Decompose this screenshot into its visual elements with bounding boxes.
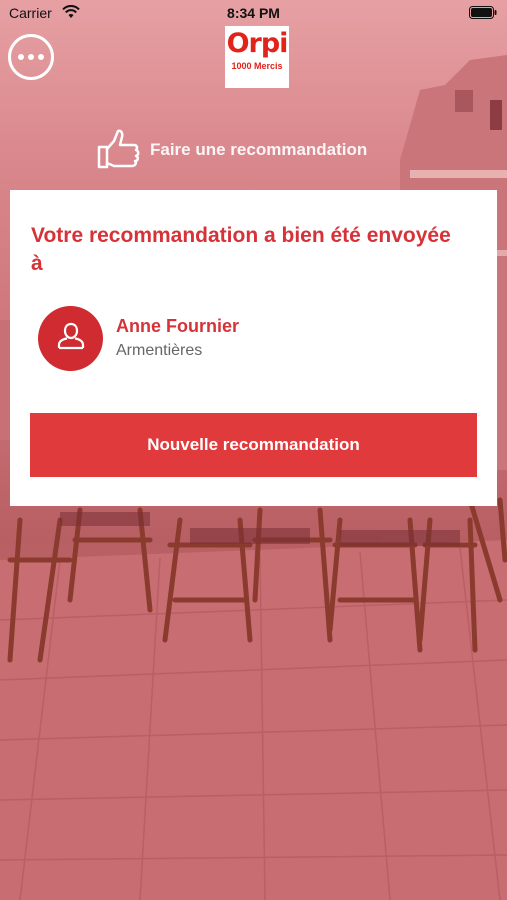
status-bar: Carrier 8:34 PM — [0, 0, 507, 26]
battery-icon — [469, 6, 497, 22]
avatar — [38, 306, 103, 371]
confirmation-title: Votre recommandation a bien été envoyée … — [31, 224, 451, 275]
more-options-button[interactable] — [8, 34, 54, 80]
logo-tagline: 1000 Mercis — [231, 61, 283, 71]
make-recommendation-label: Faire une recommandation — [150, 140, 368, 159]
confirmation-card: Votre recommandation a bien été envoyée … — [10, 190, 497, 506]
recipient-contact: Anne Fournier Armentières — [38, 306, 478, 372]
logo-brand: Orpi — [226, 28, 289, 59]
contact-city: Armentières — [116, 342, 203, 359]
more-horizontal-icon — [18, 54, 44, 60]
thumbs-up-icon — [96, 127, 142, 173]
orpi-logo: Orpi 1000 Mercis — [225, 26, 289, 88]
make-recommendation-link[interactable]: Faire une recommandation — [96, 127, 367, 173]
contact-name: Anne Fournier — [116, 316, 240, 336]
clock: 8:34 PM — [227, 5, 280, 21]
new-recommendation-button[interactable]: Nouvelle recommandation — [30, 413, 477, 477]
app-screen: Carrier 8:34 PM Orpi 1000 Mercis Faire u… — [0, 0, 507, 900]
person-icon — [56, 321, 86, 356]
